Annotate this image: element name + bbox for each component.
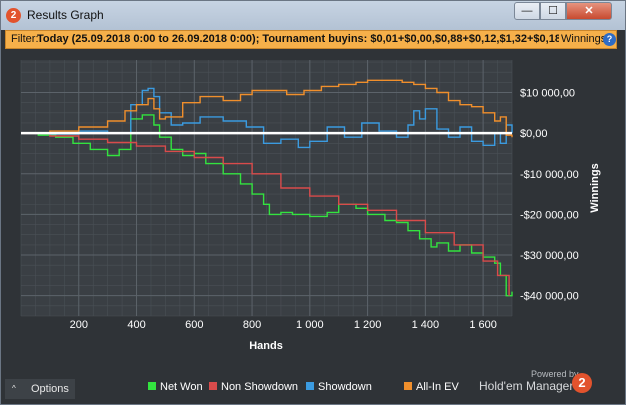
- chevron-up-icon: ^: [12, 384, 16, 393]
- filter-bar[interactable]: Filter: Today (25.09.2018 0:00 to 26.09.…: [5, 30, 617, 49]
- minimize-button[interactable]: —: [514, 2, 540, 20]
- legend-label-all-in-ev: All-In EV: [416, 381, 459, 393]
- options-label: Options: [31, 383, 69, 395]
- filter-text: Today (25.09.2018 0:00 to 26.09.2018 0:0…: [37, 33, 561, 45]
- window-title: Results Graph: [27, 8, 104, 22]
- legend-label-net-won: Net Won: [160, 381, 203, 393]
- x-tick-label: 800: [243, 319, 261, 331]
- y-tick-label: -$40 000,00: [520, 291, 579, 303]
- filter-stat-label: Winnings: [559, 31, 607, 48]
- title-bar[interactable]: 2 Results Graph — ☐ ✕: [1, 1, 625, 30]
- help-icon[interactable]: ?: [603, 33, 616, 46]
- y-axis-label: Winnings: [589, 163, 601, 212]
- legend-label-showdown: Showdown: [318, 381, 372, 393]
- x-tick-label: 600: [185, 319, 203, 331]
- brand-name: Hold'em Manager: [479, 379, 574, 393]
- x-axis-label: Hands: [249, 340, 283, 352]
- app-logo-icon: 2: [6, 8, 21, 23]
- x-tick-label: 1 200: [354, 319, 382, 331]
- legend-swatch-non-showdown: [209, 382, 217, 390]
- plot-panel: $10 000,00 $0,00 -$10 000,00 -$20 000,00 -$3…: [5, 52, 617, 403]
- results-chart: $10 000,00 $0,00 -$10 000,00 -$20 000,00 -$3…: [20, 60, 601, 393]
- y-tick-label: -$30 000,00: [520, 250, 579, 262]
- y-tick-label: $10 000,00: [520, 88, 575, 100]
- legend-swatch-showdown: [306, 382, 314, 390]
- y-tick-label: $0,00: [520, 128, 548, 140]
- x-tick-label: 1 000: [296, 319, 324, 331]
- x-tick-label: 200: [70, 319, 88, 331]
- y-tick-label: -$10 000,00: [520, 169, 579, 181]
- filter-prefix: Filter:: [11, 33, 39, 45]
- legend-swatch-net-won: [148, 382, 156, 390]
- brand-logo-icon: 2: [572, 373, 592, 393]
- x-tick-label: 400: [127, 319, 145, 331]
- legend-swatch-all-in-ev: [404, 382, 412, 390]
- x-tick-label: 1 400: [412, 319, 440, 331]
- options-button[interactable]: ^ Options: [5, 379, 75, 399]
- maximize-button[interactable]: ☐: [540, 2, 566, 20]
- close-button[interactable]: ✕: [566, 2, 612, 20]
- powered-by-text: Powered by: [531, 369, 579, 379]
- legend: Net Won Non Showdown Showdown All-In EV: [148, 381, 459, 393]
- legend-label-non-showdown: Non Showdown: [221, 381, 298, 393]
- results-graph-window: 2 Results Graph — ☐ ✕ Filter: Today (25.…: [0, 0, 626, 405]
- y-tick-label: -$20 000,00: [520, 209, 579, 221]
- x-tick-label: 1 600: [469, 319, 497, 331]
